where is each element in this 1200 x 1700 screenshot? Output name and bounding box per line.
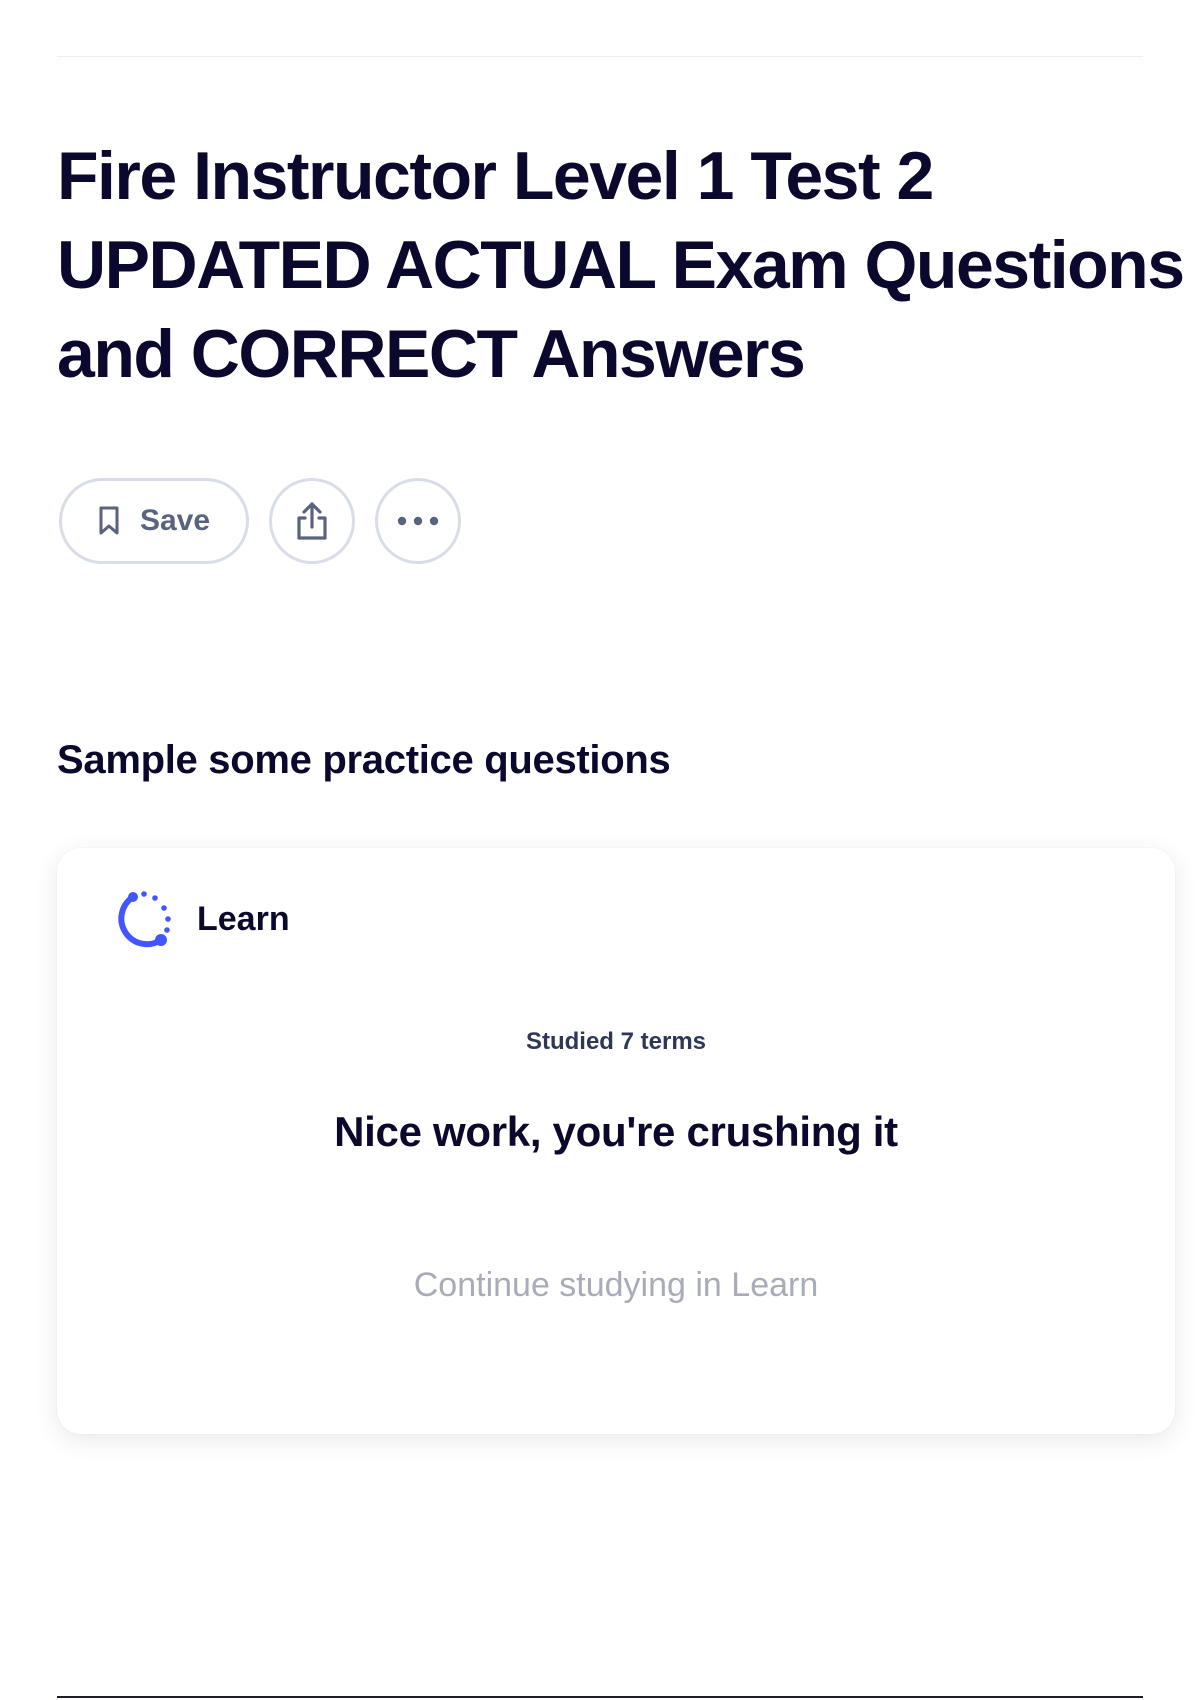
- practice-section-heading: Sample some practice questions: [57, 738, 671, 782]
- learn-mode-label: Learn: [197, 899, 290, 938]
- learn-card: Learn Studied 7 terms Nice work, you're …: [57, 848, 1175, 1434]
- bookmark-icon: [98, 506, 120, 536]
- more-horizontal-icon: [397, 516, 439, 526]
- learn-progress-icon: [115, 888, 175, 950]
- action-bar: Save: [59, 478, 461, 564]
- studied-count-text: Studied 7 terms: [525, 1028, 707, 1055]
- continue-learn-button[interactable]: Continue studying in Learn: [57, 1266, 1175, 1305]
- page-title: Fire Instructor Level 1 Test 2 UPDATED A…: [57, 138, 1185, 392]
- save-label: Save: [139, 504, 211, 537]
- share-button[interactable]: [269, 478, 355, 564]
- bottom-divider: [57, 1696, 1143, 1698]
- share-icon: [293, 500, 331, 542]
- save-button[interactable]: Save: [59, 478, 249, 564]
- encouragement-message: Nice work, you're crushing it: [334, 1108, 898, 1155]
- more-options-button[interactable]: [375, 478, 461, 564]
- learn-header: Learn: [115, 888, 290, 950]
- top-divider: [57, 56, 1143, 57]
